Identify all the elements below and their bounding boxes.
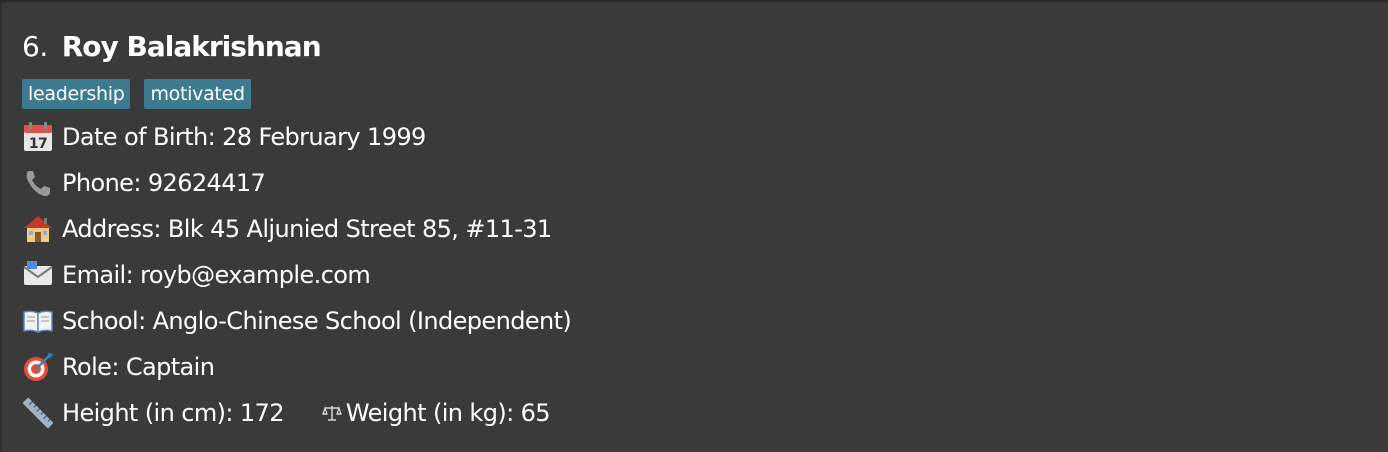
tag-leadership: leadership [22,79,131,109]
house-icon [22,213,54,245]
role-label: Role: Captain [62,353,215,381]
role-row: Role: Captain [22,350,215,384]
phone-row: Phone: 92624417 [22,166,266,200]
ruler-icon [22,397,54,429]
tag-list: leadership motivated [22,79,251,109]
address-label: Address: Blk 45 Aljunied Street 85, #11-… [62,215,552,243]
telephone-icon [22,167,54,199]
person-card[interactable]: 6. Roy Balakrishnan leadership motivated… [0,0,1388,452]
person-header: 6. Roy Balakrishnan [22,30,322,68]
email-row: Email: royb@example.com [22,258,371,292]
target-icon [22,351,54,383]
scale-icon [322,403,342,423]
weight-label: Weight (in kg): 65 [345,399,551,427]
height-label: Height (in cm): 172 [62,399,285,427]
person-index: 6. [22,30,48,63]
email-label: Email: royb@example.com [62,261,371,289]
person-name: Roy Balakrishnan [61,30,322,63]
dob-label: Date of Birth: 28 February 1999 [62,123,426,151]
book-icon [22,305,54,337]
calendar-icon: 17 [22,121,54,153]
svg-text:17: 17 [29,136,47,152]
address-row: Address: Blk 45 Aljunied Street 85, #11-… [22,212,552,246]
school-label: School: Anglo-Chinese School (Independen… [62,307,572,335]
tag-motivated: motivated [144,79,251,109]
dob-row: 17 Date of Birth: 28 February 1999 [22,120,426,154]
phone-label: Phone: 92624417 [62,169,266,197]
measurements-row: Height (in cm): 172 Weight (in kg): 65 [22,396,551,430]
school-row: School: Anglo-Chinese School (Independen… [22,304,572,338]
envelope-icon [22,259,54,291]
